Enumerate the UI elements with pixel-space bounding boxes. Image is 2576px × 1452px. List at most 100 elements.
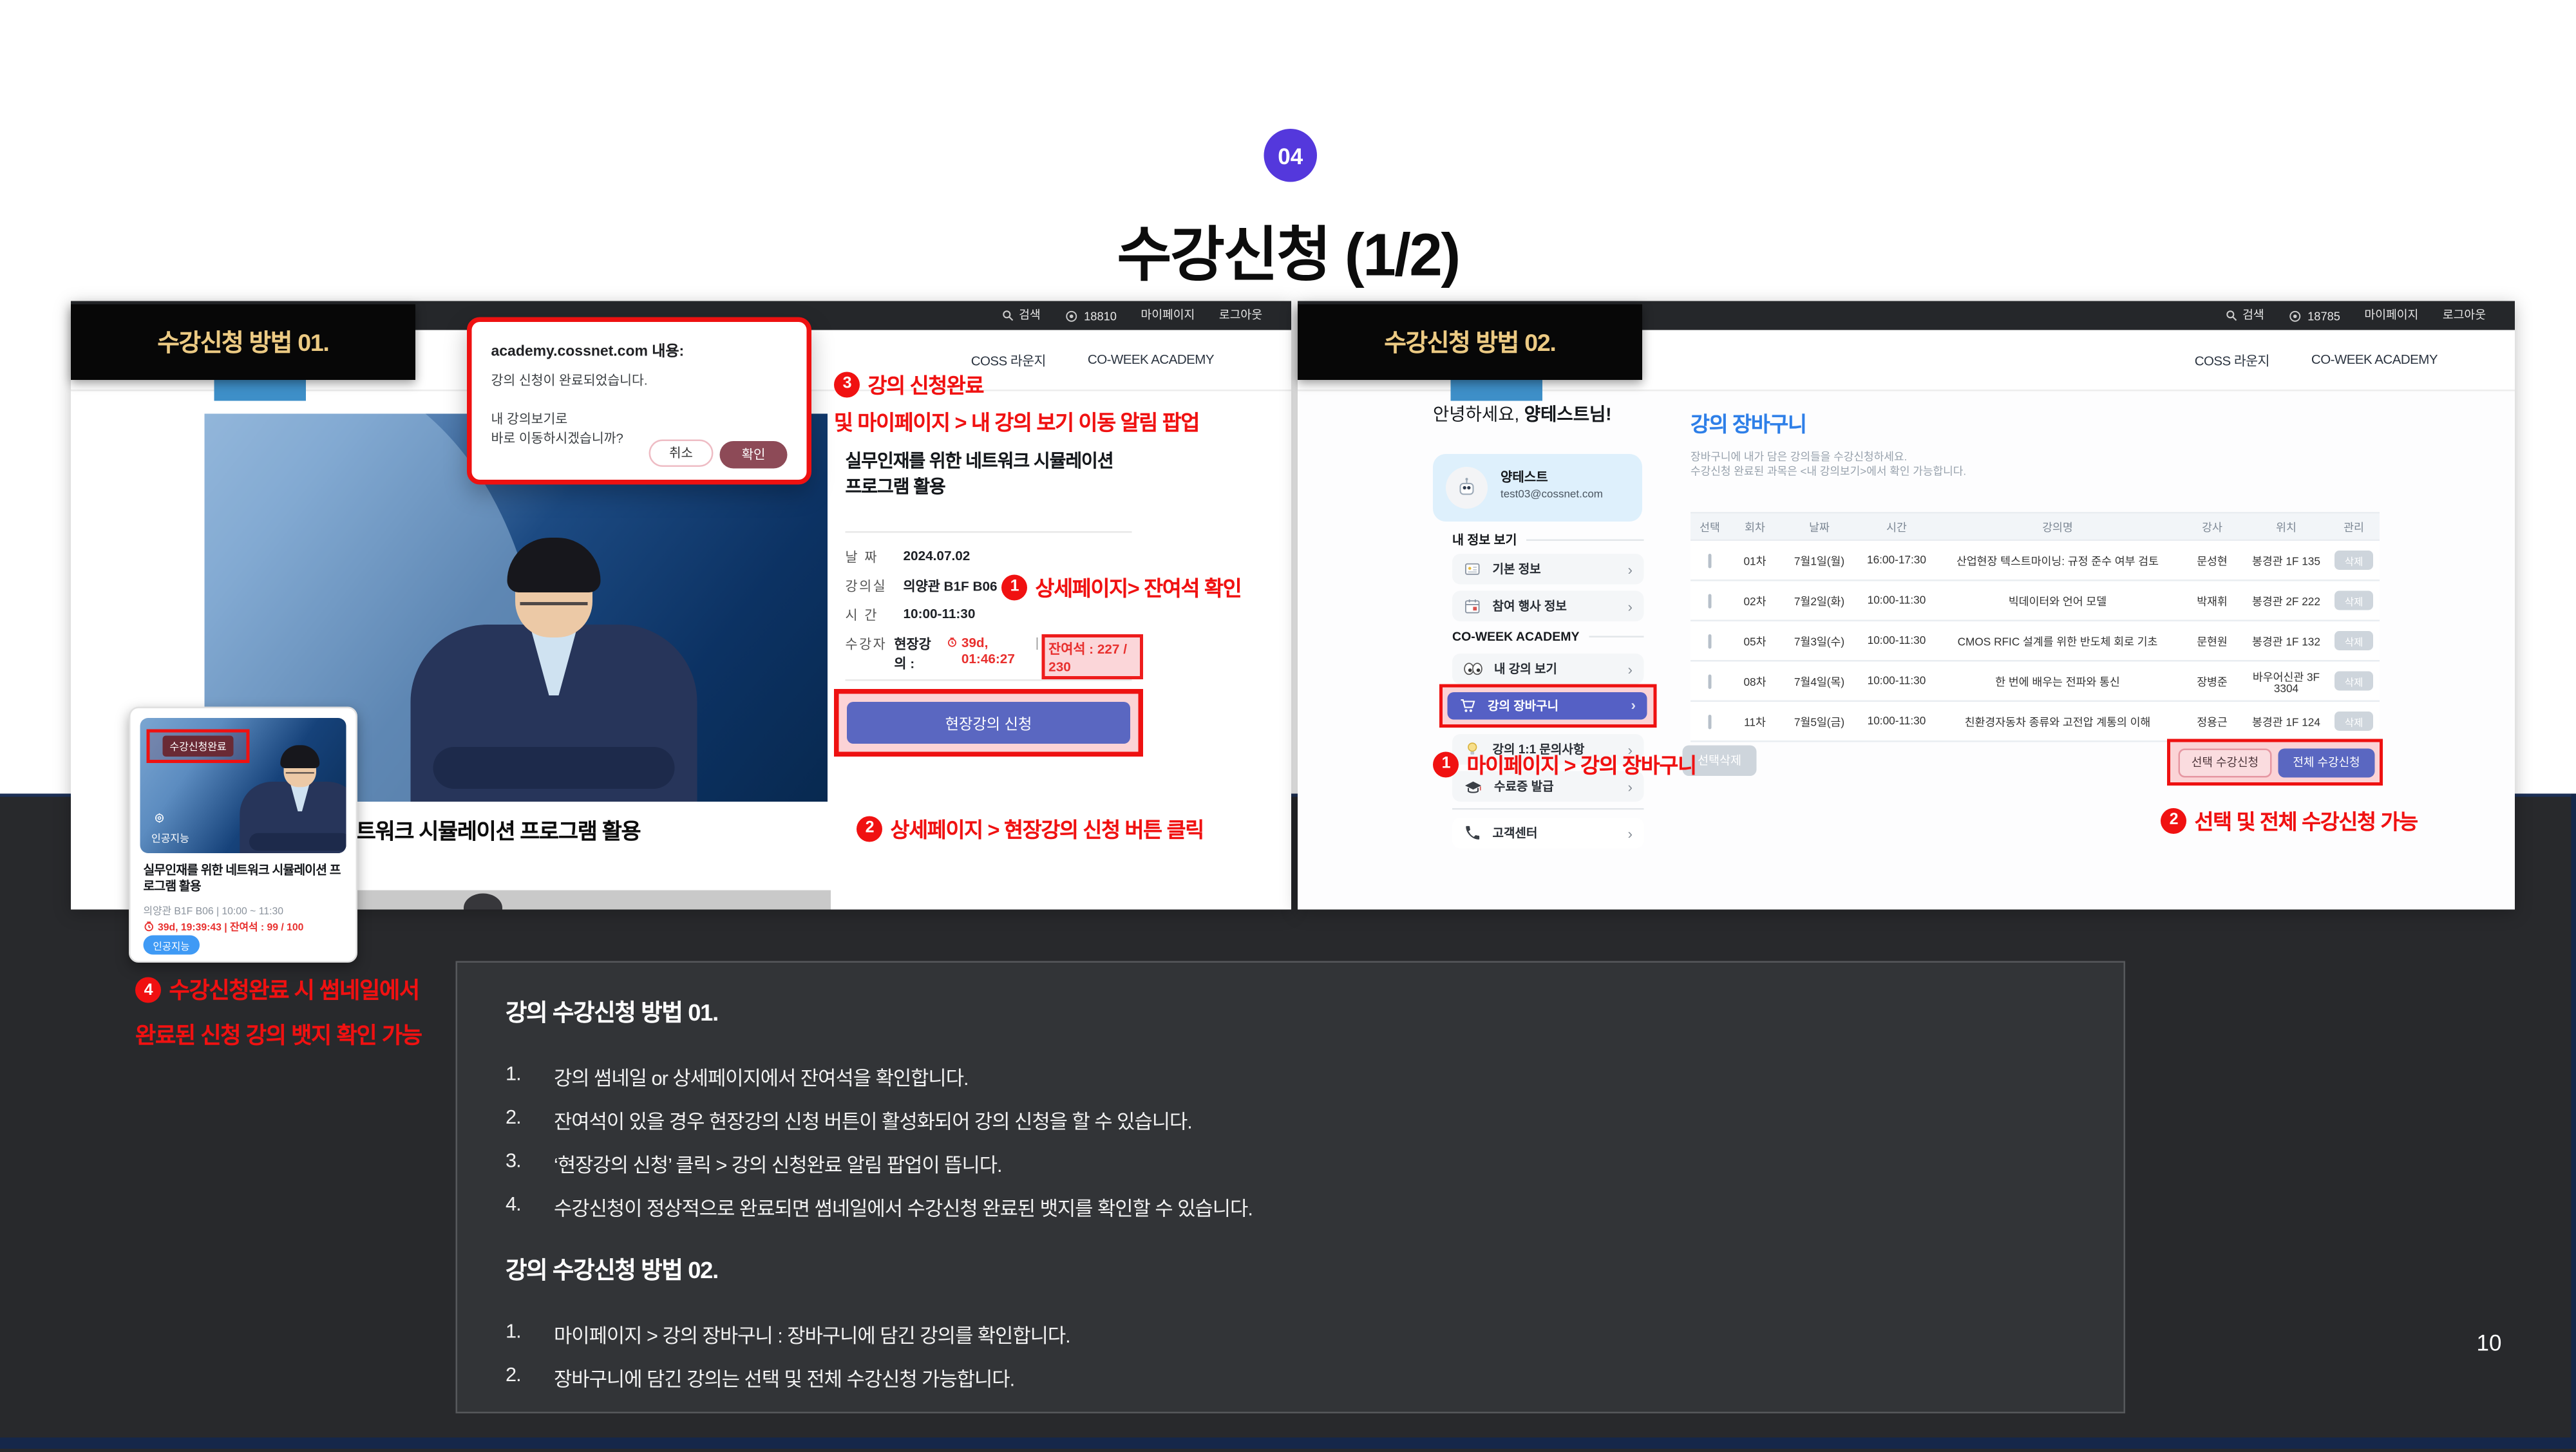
cart-table-header: 선택회차 날짜시간 강의명강사 위치관리 [1690, 512, 2380, 541]
navy-right-strip [2571, 794, 2576, 1449]
delete-button[interactable]: 삭제 [2334, 712, 2373, 731]
popup-cancel-button[interactable]: 취소 [649, 440, 714, 467]
apply-selected-button[interactable]: 선택 수강신청 [2179, 749, 2272, 778]
method-02-overlay-title: 수강신청 방법 02. [1298, 305, 1642, 381]
cart-table-row: 01차7월1일(월) 16:00-17:30산업현장 텍스트마이닝: 규정 준수… [1690, 541, 2380, 581]
search-button[interactable]: 검색 [1001, 308, 1041, 324]
cart-table-row: 08차7월4일(목) 10:00-11:30한 번에 배우는 전파와 통신 장병… [1690, 662, 2380, 702]
cart-heading: 강의 장바구니 [1690, 408, 1806, 438]
delete-button[interactable]: 삭제 [2334, 672, 2373, 691]
guide-method-1-title: 강의 수강신청 방법 01. [506, 995, 718, 1029]
cart-desc-1: 장바구니에 내가 담은 강의들을 수강신청하세요. [1690, 448, 1907, 464]
annotation-number-2: 2 [2161, 807, 2186, 833]
greeting-text: 안녕하세요, 양테스트님! [1433, 401, 1611, 427]
mypage-link[interactable]: 마이페이지 [2364, 308, 2418, 324]
logout-link[interactable]: 로그아웃 [2443, 308, 2486, 324]
cart-table-row: 05차7월3일(수) 10:00-11:30CMOS RFIC 설계를 위한 반… [1690, 621, 2380, 662]
id-card-icon [1464, 560, 1482, 578]
annotation-3-line2: 및 마이페이지 > 내 강의 보기 이동 알림 팝업 [834, 406, 1199, 437]
popup-confirm-button[interactable]: 확인 [720, 441, 788, 469]
page-title: 수강신청 (1/2) [0, 206, 2576, 293]
detail-value-room: 의양관 B1F B06 [904, 576, 998, 596]
search-button[interactable]: 검색 [2225, 308, 2264, 324]
row-checkbox[interactable] [1709, 593, 1712, 608]
annotation-number-1: 1 [1001, 574, 1027, 599]
menu-coweek-academy[interactable]: CO-WEEK ACADEMY [1088, 353, 1214, 368]
detail-label-date: 날 짜 [846, 547, 904, 567]
detail-label-time: 시 간 [846, 605, 904, 625]
delete-button[interactable]: 삭제 [2334, 591, 2373, 610]
apply-button-highlight-box: 현장강의 신청 [834, 689, 1143, 757]
guide-item: 2.장바구니에 담긴 강의는 선택 및 전체 수강신청 가능합니다. [506, 1364, 1014, 1393]
enrollment-complete-badge: 수강신청완료 [163, 736, 232, 757]
profile-card: 양테스트 test03@cossnet.com [1433, 454, 1642, 522]
cart-desc-2: 수강신청 완료된 과목은 <내 강의보기>에서 확인 가능합니다. [1690, 462, 1966, 478]
category-tag: 인공지능 [144, 936, 200, 955]
chevron-right-icon: › [1628, 561, 1633, 577]
guide-item: 1.마이페이지 > 강의 장바구니 : 장바구니에 담긴 강의를 확인합니다. [506, 1320, 1070, 1349]
slide: 04 수강신청 (1/2) 10 검색 18810 마이페이지 로그아웃 COS… [0, 0, 2576, 1449]
avatar [1446, 467, 1488, 509]
delete-button[interactable]: 삭제 [2334, 551, 2373, 570]
cart-menu-highlight-box: 강의 장바구니› [1439, 684, 1657, 728]
guide-item: 2.잔여석이 있을 경우 현장강의 신청 버튼이 활성화되어 강의 신청을 할 … [506, 1106, 1192, 1135]
eye-icon [1065, 308, 1079, 323]
delete-button[interactable]: 삭제 [2334, 631, 2373, 650]
pipe-divider: | [1036, 634, 1039, 679]
cart-table: 선택회차 날짜시간 강의명강사 위치관리 01차7월1일(월) 16:00-17… [1690, 512, 2380, 742]
thumbnail-timer: 39d, 19:39:43 | 잔여석 : 99 / 100 [144, 919, 304, 934]
popup-message-3: 바로 이동하시겠습니까? [491, 428, 623, 448]
next-section-photo [357, 891, 831, 909]
navy-bottom-strip [0, 1438, 2576, 1449]
course-thumbnail-card[interactable]: 인공지능 수강신청완료 실무인재를 위한 네트워크 시뮬레이션 프로그램 활용 … [129, 707, 357, 963]
detail-timer: 39d, 01:46:27 [961, 634, 1032, 679]
page-number: 10 [2441, 1330, 2537, 1355]
detail-label-attendee: 수강자 [846, 634, 895, 679]
chevron-right-icon: › [1628, 778, 1633, 795]
menu-coweek-academy[interactable]: CO-WEEK ACADEMY [2311, 353, 2438, 368]
menu-coss-lounge[interactable]: COSS 라운지 [971, 350, 1046, 370]
section-number-badge: 04 [1264, 129, 1318, 182]
logout-link[interactable]: 로그아웃 [1219, 308, 1262, 324]
instructor-photo [393, 538, 715, 802]
chevron-right-icon: › [1628, 825, 1633, 841]
annotation-number-1: 1 [1433, 751, 1459, 777]
annotation-1-left: 1 상세페이지> 잔여석 확인 [1001, 572, 1241, 603]
timer-icon [144, 921, 155, 932]
menu-coss-lounge[interactable]: COSS 라운지 [2195, 350, 2269, 370]
apply-all-button[interactable]: 전체 수강신청 [2278, 749, 2375, 778]
annotation-number-3: 3 [834, 371, 860, 397]
popup-message-2: 내 강의보기로 [491, 409, 568, 428]
profile-name: 양테스트 [1501, 469, 1548, 487]
sidebar-item-event-info[interactable]: 참여 행사 정보› [1452, 591, 1644, 622]
chevron-right-icon: › [1631, 697, 1636, 713]
detail-value-date: 2024.07.02 [904, 547, 971, 567]
logo-tab [1451, 380, 1543, 401]
mypage-link[interactable]: 마이페이지 [1141, 308, 1195, 324]
cart-table-row: 11차7월5일(금) 10:00-11:30친환경자동차 종류와 고전압 계통의… [1690, 702, 2380, 742]
sidebar-item-lecture-cart[interactable]: 강의 장바구니› [1448, 692, 1647, 719]
timer-icon [947, 636, 958, 649]
logo-tab [214, 380, 307, 401]
row-checkbox[interactable] [1709, 714, 1712, 729]
instructor-photo-small [276, 745, 324, 853]
profile-email: test03@cossnet.com [1501, 489, 1603, 501]
sidebar-item-my-lectures[interactable]: 내 강의 보기› [1452, 654, 1644, 684]
instruction-panel: 강의 수강신청 방법 01. 1.강의 썸네일 or 상세페이지에서 잔여석을 … [456, 961, 2126, 1414]
row-checkbox[interactable] [1709, 553, 1712, 568]
guide-method-2-title: 강의 수강신청 방법 02. [506, 1252, 718, 1287]
annotation-2-right: 2 선택 및 전체 수강신청 가능 [2161, 805, 2418, 836]
sidebar-item-basic-info[interactable]: 기본 정보› [1452, 554, 1644, 585]
cart-table-row: 02차7월2일(화) 10:00-11:30빅데이터와 언어 모델 박재휘봉경관… [1690, 581, 2380, 622]
thumbnail-title: 실무인재를 위한 네트워크 시뮬레이션 프로그램 활용 [144, 863, 343, 896]
view-count: 18785 [2288, 308, 2340, 323]
remaining-seats-highlight: 잔여석 : 227 / 230 [1042, 634, 1143, 679]
row-checkbox[interactable] [1709, 674, 1712, 688]
guide-item: 4.수강신청이 정상적으로 완료되면 썸네일에서 수강신청 완료된 뱃지를 확인… [506, 1193, 1253, 1222]
onsite-lecture-apply-button[interactable]: 현장강의 신청 [847, 702, 1130, 744]
annotation-number-2: 2 [857, 815, 882, 841]
search-icon [2225, 309, 2238, 322]
phone-icon [1464, 824, 1482, 842]
row-checkbox[interactable] [1709, 634, 1712, 648]
sidebar-item-customer-center[interactable]: 고객센터› [1452, 818, 1644, 849]
